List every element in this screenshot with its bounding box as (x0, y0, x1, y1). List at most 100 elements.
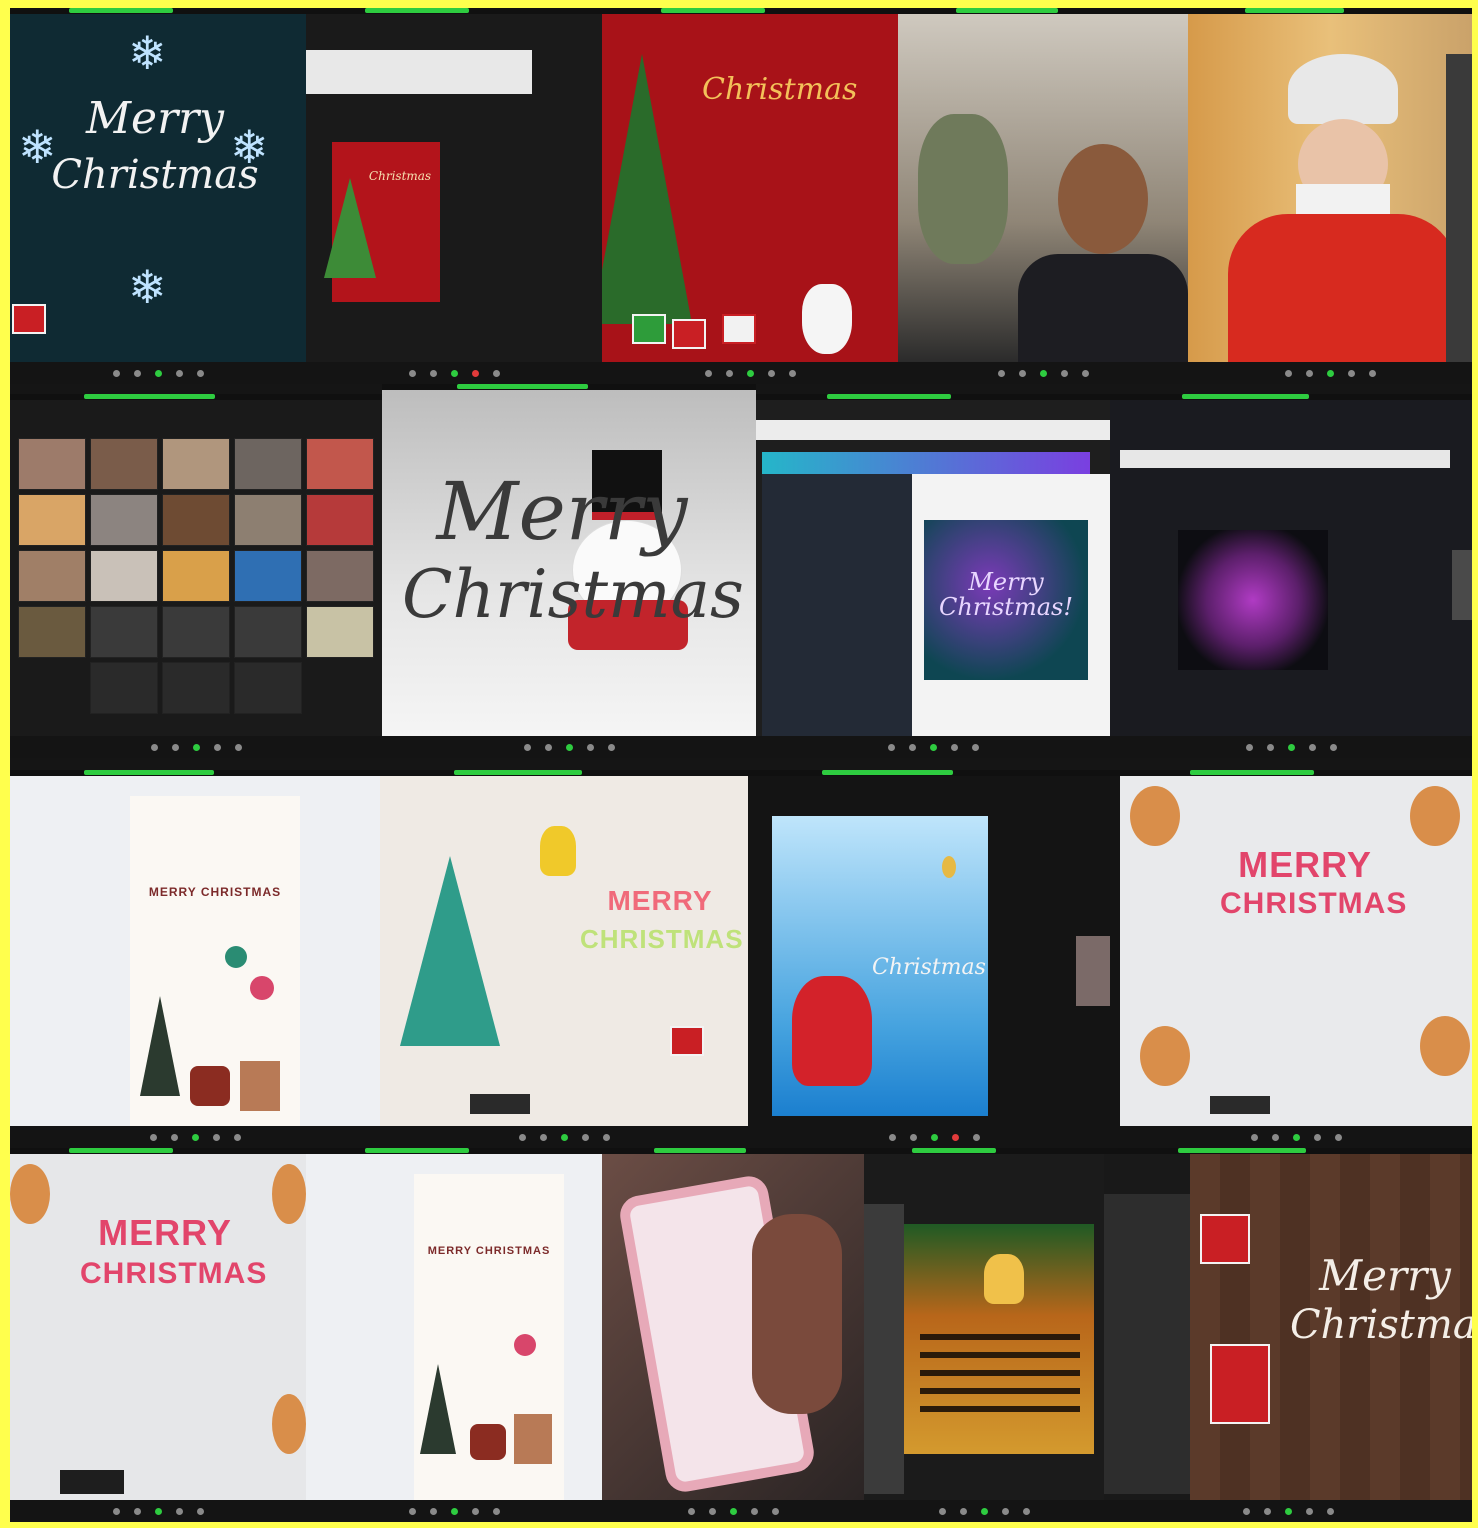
child-face (1058, 144, 1148, 254)
side-thumbnails (1446, 54, 1472, 362)
screen-tile-18: Merry Christmas (1104, 1148, 1472, 1522)
santa-hat (1288, 54, 1398, 124)
screen-tile-7: Merry Christmas (382, 384, 756, 758)
canva-header (762, 452, 1090, 474)
caption-box (470, 1094, 530, 1114)
merry-text: MERRY (98, 1212, 232, 1253)
participant-video (18, 550, 86, 602)
gift-icon (722, 314, 756, 344)
screen-tile-16 (602, 1148, 864, 1522)
ornament (250, 976, 274, 1000)
screen-tile-10: MERRY CHRISTMAS (10, 770, 380, 1148)
blue-card: Christmas (772, 816, 988, 1116)
christmas-text: Christmas (51, 152, 259, 198)
card-title: MERRY CHRISTMAS (427, 1245, 551, 1257)
toy-horse (190, 1066, 230, 1106)
tree-icon (324, 178, 376, 278)
bells (984, 1254, 1024, 1304)
side-thumbnails (1104, 1194, 1190, 1494)
screen-tile-5 (1188, 8, 1472, 384)
caption-box (1210, 1096, 1270, 1114)
message-lines (920, 1334, 1080, 1414)
santa-suit (1228, 214, 1458, 362)
screen-tile-9 (1110, 394, 1472, 758)
gingerbread-icon (1130, 786, 1180, 846)
screen-tile-6 (10, 394, 382, 758)
participant-video (162, 550, 230, 602)
toy-horse (470, 1424, 506, 1460)
gift-icon (670, 1026, 704, 1056)
gift-icon (1200, 1214, 1250, 1264)
screen-tile-1: ❄ ❄ ❄ ❄ Merry Christmas (10, 8, 306, 384)
christmas-text: CHRISTMAS (580, 924, 744, 954)
gingerbread-icon (272, 1164, 306, 1224)
screen-tile-11: MERRY CHRISTMAS (380, 770, 748, 1148)
browser-tabs (756, 420, 1110, 440)
gingerbread-icon (1420, 1016, 1470, 1076)
participant-video (234, 438, 302, 490)
snowman-icon (802, 284, 852, 354)
snowflake-icon: ❄ (128, 261, 167, 313)
participant-video (162, 606, 230, 658)
screen-tile-3: Christmas (602, 8, 898, 384)
gift-icon (240, 1061, 280, 1111)
screen-tile-4 (898, 8, 1188, 384)
browser-bar (1120, 450, 1450, 468)
screen-tile-15: MERRY CHRISTMAS (306, 1148, 602, 1522)
caption-box (60, 1470, 124, 1494)
participant-video (90, 494, 158, 546)
christmas-title: Christmas (872, 955, 986, 980)
merry-text: Merry (436, 465, 688, 558)
screen-tile-17 (864, 1148, 1104, 1522)
bells (540, 826, 576, 876)
gift-icon (1210, 1344, 1270, 1424)
merry-text: Merry (1319, 1251, 1451, 1300)
gingerbread-icon (272, 1394, 306, 1454)
ornament (225, 946, 247, 968)
glitter-card (1178, 530, 1328, 670)
tree-icon (420, 1364, 456, 1454)
ornament (514, 1334, 536, 1356)
merry-text: Merry (85, 93, 224, 144)
tree-icon (140, 996, 180, 1096)
participant-video (90, 662, 158, 714)
tree-icon (400, 856, 500, 1046)
participant-thumb (1076, 936, 1110, 1006)
side-thumbnails (1452, 550, 1472, 620)
participant-video (90, 438, 158, 490)
bells-card (904, 1224, 1094, 1454)
gift-icon (632, 314, 666, 344)
participant-video (18, 438, 86, 490)
merry-text: MERRY (607, 885, 713, 916)
merry-text: MERRY (1238, 844, 1372, 885)
design-card: Merry Christmas! (924, 520, 1088, 680)
card-title: MERRY CHRISTMAS (148, 885, 282, 899)
card-text: Merry Christmas! (939, 568, 1073, 622)
participant-video (90, 550, 158, 602)
participant-video (306, 550, 374, 602)
greeting-card: MERRY CHRISTMAS (130, 796, 300, 1126)
card-title: Christmas (368, 169, 432, 183)
screen-tile-13: MERRY CHRISTMAS (1120, 770, 1472, 1148)
participant-video (234, 550, 302, 602)
participant-video (162, 662, 230, 714)
gift-icon (514, 1414, 552, 1464)
christmas-text: CHRISTMAS (1220, 887, 1408, 920)
participant-video (18, 494, 86, 546)
screen-tile-2: Christmas (306, 8, 602, 384)
christmas-text: Christmas (402, 556, 744, 633)
ornament (942, 856, 956, 878)
ornament (918, 114, 1008, 264)
christmas-card: Christmas (324, 142, 440, 302)
screen-tile-12: Christmas (748, 770, 1120, 1148)
gingerbread-icon (1140, 1026, 1190, 1086)
wood-card: Merry Christmas (1190, 1154, 1472, 1500)
greeting-card: MERRY CHRISTMAS (414, 1174, 564, 1500)
gift-icon (12, 304, 46, 334)
christmas-text: CHRISTMAS (80, 1257, 268, 1290)
hand (752, 1214, 842, 1414)
participant-video (18, 606, 86, 658)
screen-tile-8: Merry Christmas! (756, 394, 1110, 758)
christmas-title: Christmas (702, 72, 858, 107)
child-body (1018, 254, 1188, 362)
